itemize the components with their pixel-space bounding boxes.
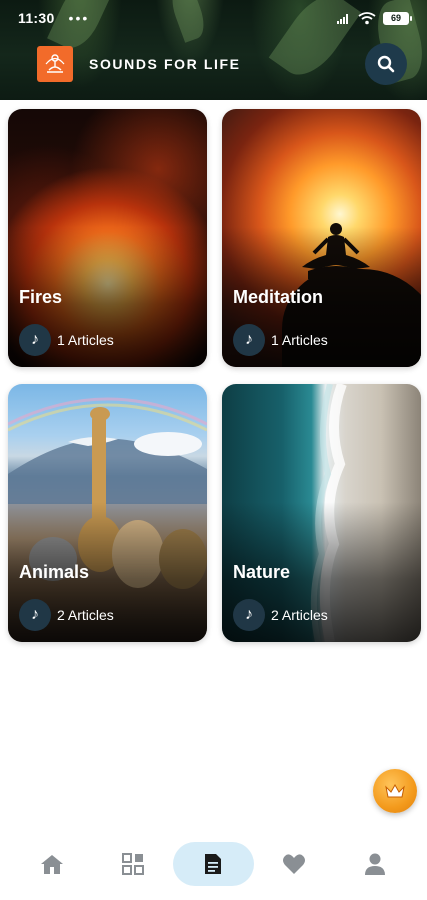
signal-icon xyxy=(337,14,348,24)
nav-articles[interactable] xyxy=(173,842,254,886)
music-note-icon: ♪ xyxy=(233,324,265,356)
article-count-label: 1 Articles xyxy=(57,332,114,348)
article-count-label: 2 Articles xyxy=(57,607,114,623)
nav-favorites[interactable] xyxy=(254,842,335,886)
article-count-label: 2 Articles xyxy=(271,607,328,623)
home-icon xyxy=(41,855,64,874)
music-note-icon: ♪ xyxy=(19,599,51,631)
card-title: Fires xyxy=(19,287,63,307)
music-note-icon: ♪ xyxy=(233,599,265,631)
card-title: Meditation xyxy=(233,287,323,307)
grid-icon xyxy=(121,853,144,875)
meditation-logo-icon xyxy=(37,46,73,82)
nav-profile[interactable] xyxy=(334,842,415,886)
premium-crown-button[interactable] xyxy=(373,769,417,813)
card-article-count: ♪ 2 Articles xyxy=(19,599,114,631)
card-article-count: ♪ 2 Articles xyxy=(233,599,328,631)
status-bar: 11:30 ••• 69 xyxy=(0,0,427,36)
search-icon xyxy=(377,55,395,73)
crown-icon xyxy=(385,783,405,798)
document-icon xyxy=(205,854,222,874)
category-card-fires[interactable]: Fires ♪ 1 Articles xyxy=(8,109,207,367)
category-card-animals[interactable]: Animals ♪ 2 Articles xyxy=(8,384,207,642)
nav-categories[interactable] xyxy=(93,842,174,886)
status-icons: 69 xyxy=(337,11,412,25)
article-count-label: 1 Articles xyxy=(271,332,328,348)
app-screen: 11:30 ••• 69 SOUNDS FOR LIFE Fires ♪ 1 A… xyxy=(0,0,427,900)
header: 11:30 ••• 69 SOUNDS FOR LIFE xyxy=(0,0,427,100)
app-title: SOUNDS FOR LIFE xyxy=(89,56,241,72)
category-card-meditation[interactable]: Meditation ♪ 1 Articles xyxy=(222,109,421,367)
search-button[interactable] xyxy=(365,43,407,85)
card-title: Animals xyxy=(19,562,90,582)
status-more-dots: ••• xyxy=(68,10,90,26)
battery-icon: 69 xyxy=(383,11,412,25)
status-time: 11:30 xyxy=(18,10,55,26)
heart-icon xyxy=(283,854,306,874)
wifi-icon xyxy=(358,11,376,24)
card-article-count: ♪ 1 Articles xyxy=(233,324,328,356)
music-note-icon: ♪ xyxy=(19,324,51,356)
category-card-nature[interactable]: Nature ♪ 2 Articles xyxy=(222,384,421,642)
app-bar: SOUNDS FOR LIFE xyxy=(0,40,427,88)
person-icon xyxy=(364,853,385,875)
card-article-count: ♪ 1 Articles xyxy=(19,324,114,356)
card-title: Nature xyxy=(233,562,291,582)
nav-home[interactable] xyxy=(12,842,93,886)
bottom-navigation xyxy=(0,834,427,894)
